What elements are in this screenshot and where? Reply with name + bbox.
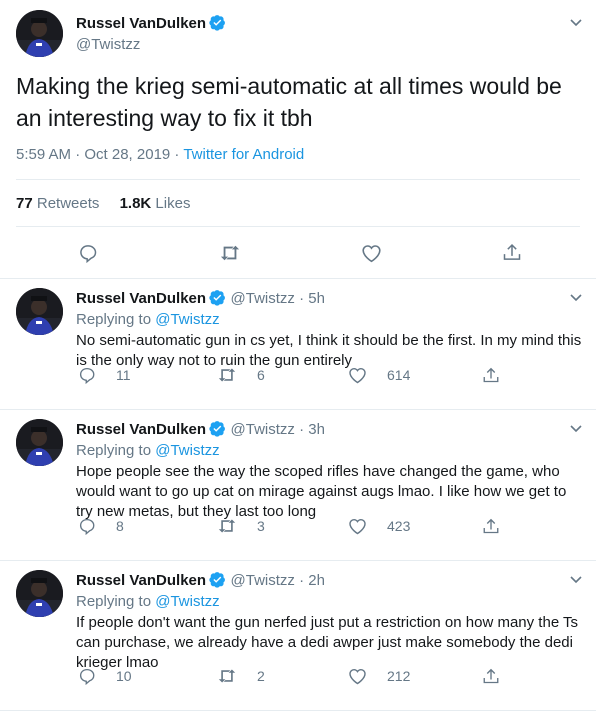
like-count: 614 xyxy=(387,367,411,383)
chevron-down-icon[interactable] xyxy=(568,420,584,441)
author-name[interactable]: Russel VanDulken xyxy=(76,572,206,589)
like-icon[interactable] xyxy=(348,517,377,535)
author-name[interactable]: Russel VanDulken xyxy=(76,14,226,32)
reply-text: If people don't want the gun nerfed just… xyxy=(76,614,579,671)
share-icon[interactable] xyxy=(482,667,510,686)
avatar[interactable] xyxy=(16,288,63,335)
replying-prefix: Replying to xyxy=(76,311,156,328)
reply-tweet[interactable]: Russel VanDulken @Twistzz · 3h Replying t… xyxy=(0,410,596,561)
verified-badge-icon xyxy=(209,421,225,437)
reply-tweet[interactable]: Russel VanDulken @Twistzz · 5h Replying t… xyxy=(0,279,596,410)
retweets-count: 77 xyxy=(16,195,33,212)
avatar[interactable] xyxy=(16,10,63,57)
retweet-action[interactable]: 3 xyxy=(217,517,265,535)
reply-action[interactable]: 10 xyxy=(78,667,132,685)
author-name-text[interactable]: Russel VanDulken xyxy=(76,15,206,32)
verified-badge-icon xyxy=(209,290,225,306)
retweet-icon[interactable] xyxy=(219,243,241,268)
likes-count: 1.8K xyxy=(119,195,152,212)
author-handle-time[interactable]: @Twistzz · 5h xyxy=(231,290,325,307)
replying-to: Replying to @Twistzz xyxy=(76,442,220,459)
author-handle[interactable]: @Twistzz xyxy=(76,36,140,53)
like-action[interactable]: 423 xyxy=(348,517,410,535)
author-name[interactable]: Russel VanDulken xyxy=(76,290,206,307)
share-icon[interactable] xyxy=(482,366,510,385)
author-name[interactable]: Russel VanDulken xyxy=(76,421,206,438)
chevron-down-icon[interactable] xyxy=(568,289,584,310)
reply-text: Hope people see the way the scoped rifle… xyxy=(76,463,567,520)
replying-prefix: Replying to xyxy=(76,593,156,610)
tweet-timestamp[interactable]: 5:59 AM · Oct 28, 2019 · xyxy=(16,146,183,163)
reply-action[interactable]: 11 xyxy=(78,366,131,384)
retweet-count: 3 xyxy=(257,518,265,534)
retweets-label: Retweets xyxy=(36,195,100,212)
verified-badge-icon xyxy=(209,15,225,31)
likes-stat[interactable]: 1.8K Likes xyxy=(120,195,191,212)
reply-text: No semi-automatic gun in cs yet, I think… xyxy=(76,332,582,369)
share-icon[interactable] xyxy=(502,242,522,268)
reply-icon[interactable] xyxy=(78,243,98,268)
replying-handle[interactable]: @Twistzz xyxy=(155,311,219,328)
reply-header: Russel VanDulken @Twistzz · 2h xyxy=(76,571,325,590)
reply-icon[interactable] xyxy=(78,517,106,535)
share-action[interactable] xyxy=(482,667,510,686)
retweet-icon[interactable] xyxy=(217,667,247,685)
avatar[interactable] xyxy=(16,419,63,466)
tweet-source[interactable]: Twitter for Android xyxy=(183,146,304,163)
likes-label: Likes xyxy=(155,195,191,212)
reply-header: Russel VanDulken @Twistzz · 5h xyxy=(76,289,325,308)
retweet-count: 2 xyxy=(257,668,265,684)
reply-icon[interactable] xyxy=(78,366,106,384)
retweet-icon[interactable] xyxy=(217,517,247,535)
like-action[interactable]: 212 xyxy=(348,667,410,685)
retweets-stat[interactable]: 77 Retweets xyxy=(16,195,99,212)
replying-to: Replying to @Twistzz xyxy=(76,311,220,328)
like-action[interactable]: 614 xyxy=(348,366,410,384)
retweet-action[interactable]: 2 xyxy=(217,667,265,685)
reply-count: 8 xyxy=(116,518,124,534)
share-action[interactable] xyxy=(482,517,510,536)
replying-to: Replying to @Twistzz xyxy=(76,593,220,610)
divider xyxy=(16,179,580,180)
like-icon[interactable] xyxy=(348,667,377,685)
like-count: 212 xyxy=(387,668,411,684)
reply-count: 11 xyxy=(116,367,131,383)
share-icon[interactable] xyxy=(482,517,510,536)
reply-tweet[interactable]: Russel VanDulken @Twistzz · 2h Replying t… xyxy=(0,561,596,711)
replying-handle[interactable]: @Twistzz xyxy=(155,442,219,459)
replying-handle[interactable]: @Twistzz xyxy=(155,593,219,610)
replying-prefix: Replying to xyxy=(76,442,156,459)
reply-header: Russel VanDulken @Twistzz · 3h xyxy=(76,420,325,439)
retweet-count: 6 xyxy=(257,367,265,383)
reply-icon[interactable] xyxy=(78,667,106,685)
chevron-down-icon[interactable] xyxy=(568,14,584,35)
like-icon[interactable] xyxy=(361,243,382,268)
tweet-text: Making the krieg semi-automatic at all t… xyxy=(16,73,562,131)
reply-count: 10 xyxy=(116,668,132,684)
divider xyxy=(16,226,580,227)
verified-badge-icon xyxy=(209,572,225,588)
retweet-icon[interactable] xyxy=(217,366,247,384)
tweet-stats: 77 Retweets 1.8K Likes xyxy=(16,195,190,212)
reply-action[interactable]: 8 xyxy=(78,517,124,535)
share-action[interactable] xyxy=(482,366,510,385)
retweet-action[interactable]: 6 xyxy=(217,366,265,384)
like-count: 423 xyxy=(387,518,411,534)
author-handle-time[interactable]: @Twistzz · 2h xyxy=(231,572,325,589)
chevron-down-icon[interactable] xyxy=(568,571,584,592)
like-icon[interactable] xyxy=(348,366,377,384)
tweet-meta: 5:59 AM · Oct 28, 2019 · Twitter for And… xyxy=(16,146,304,163)
author-handle-time[interactable]: @Twistzz · 3h xyxy=(231,421,325,438)
avatar[interactable] xyxy=(16,570,63,617)
